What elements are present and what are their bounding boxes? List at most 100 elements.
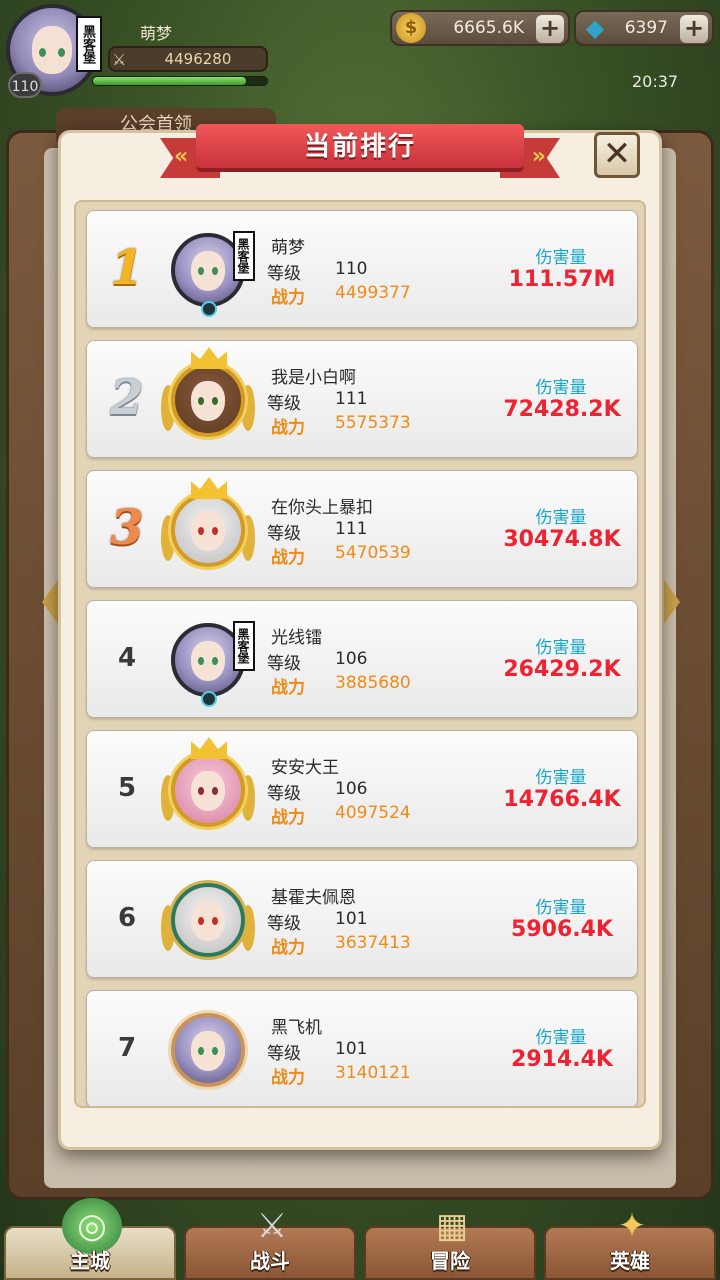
- gold-value: 6665.6K: [453, 18, 524, 38]
- player-power-bar: ⚔ 4496280: [108, 46, 268, 72]
- player-avatar: [161, 347, 255, 445]
- guild-badge-icon: [201, 301, 217, 317]
- bottom-nav: ◎ 主城 ⚔ 战斗 ▦ 冒险 ✦ 英雄: [0, 1196, 720, 1280]
- damage-value: 14766.4K: [503, 787, 621, 812]
- avatar-face: [191, 771, 225, 811]
- power-label: 战力: [271, 678, 305, 698]
- player-name: 基霍夫佩恩: [271, 888, 356, 908]
- player-power-value: 4496280: [164, 50, 232, 68]
- left-arrow-icon[interactable]: [42, 580, 58, 624]
- avatar-eye: [39, 48, 46, 57]
- avatar-tag: 黑客堡: [233, 231, 255, 281]
- level-value: 101: [335, 909, 368, 929]
- gem-value: 6397: [624, 18, 668, 38]
- ranking-row[interactable]: 5 安安大王 等级 106 战力 4097524 伤害量 14766.4K: [86, 730, 638, 848]
- level-value: 110: [335, 259, 368, 279]
- rank-number: 2: [110, 370, 144, 426]
- nav-label: 战斗: [250, 1249, 290, 1273]
- crossed-swords-icon: ⚔: [112, 50, 127, 69]
- avatar-eye: [212, 267, 218, 275]
- player-avatar: [161, 737, 255, 835]
- level-value: 106: [335, 649, 368, 669]
- power-label: 战力: [271, 808, 305, 828]
- damage-label: 伤害量: [535, 248, 587, 268]
- level-label: 等级: [267, 394, 301, 414]
- power-value: 5470539: [335, 543, 411, 563]
- avatar-eye: [198, 787, 204, 795]
- avatar-eye: [198, 267, 204, 275]
- avatar-eye: [198, 527, 204, 535]
- dialog-title-ribbon: « » 当前排行: [160, 120, 560, 182]
- ranking-row[interactable]: 3 在你头上暴扣 等级 111 战力 5470539 伤害量 30474.8K: [86, 470, 638, 588]
- nav-main-city[interactable]: ◎ 主城: [4, 1198, 176, 1280]
- player-level-badge: 110: [8, 72, 42, 98]
- nav-adventure[interactable]: ▦ 冒险: [364, 1206, 536, 1280]
- player-avatar: 黑客堡: [163, 225, 255, 317]
- level-label: 等级: [267, 524, 301, 544]
- avatar-eye: [198, 917, 204, 925]
- avatar-tag: 黑客堡: [233, 621, 255, 671]
- guild-badge-icon: [201, 691, 217, 707]
- avatar-face: [191, 901, 225, 941]
- power-value: 3885680: [335, 673, 411, 693]
- nav-label: 主城: [70, 1249, 110, 1273]
- power-value: 3637413: [335, 933, 411, 953]
- rank-number: 5: [117, 773, 137, 803]
- diamond-icon: ◆: [585, 14, 605, 42]
- avatar-face: [191, 641, 225, 681]
- ranking-row[interactable]: 1 黑客堡 萌梦 等级 110 战力 4499377 伤害量 111.57M: [86, 210, 638, 328]
- player-name: 光线镭: [271, 628, 322, 648]
- avatar-eye: [198, 1047, 204, 1055]
- avatar-face: [191, 1031, 225, 1071]
- avatar-face: [191, 511, 225, 551]
- player-avatar: [161, 477, 255, 575]
- player-name: 在你头上暴扣: [271, 498, 373, 518]
- ranking-row[interactable]: 6 基霍夫佩恩 等级 101 战力 3637413 伤害量 5906.4K: [86, 860, 638, 978]
- ranking-list[interactable]: 1 黑客堡 萌梦 等级 110 战力 4499377 伤害量 111.57M 2…: [74, 200, 646, 1108]
- player-name: 我是小白啊: [271, 368, 356, 388]
- crown-icon: [191, 477, 227, 499]
- level-value: 111: [335, 519, 368, 539]
- chevron-right-icon: »: [531, 144, 546, 169]
- level-label: 等级: [267, 784, 301, 804]
- ranking-row[interactable]: 7 黑飞机 等级 101 战力 3140121 伤害量 2914.4K: [86, 990, 638, 1106]
- avatar-eye: [212, 527, 218, 535]
- power-value: 4097524: [335, 803, 411, 823]
- damage-value: 72428.2K: [503, 397, 621, 422]
- avatar-eye: [212, 1047, 218, 1055]
- rank-number: 4: [117, 643, 137, 673]
- player-name: 萌梦: [140, 24, 173, 43]
- avatar-face: [191, 251, 225, 291]
- power-value: 5575373: [335, 413, 411, 433]
- close-button[interactable]: ✕: [594, 132, 640, 178]
- ranking-row[interactable]: 4 黑客堡 光线镭 等级 106 战力 3885680 伤害量 26429.2K: [86, 600, 638, 718]
- power-value: 3140121: [335, 1063, 411, 1083]
- rank-number: 1: [110, 240, 144, 296]
- damage-value: 2914.4K: [511, 1047, 613, 1072]
- right-arrow-icon[interactable]: [664, 580, 680, 624]
- player-name: 黑飞机: [271, 1018, 322, 1038]
- nav-label: 英雄: [610, 1249, 650, 1273]
- avatar-eye: [58, 48, 65, 57]
- player-name: 萌梦: [271, 238, 305, 258]
- crown-icon: [191, 737, 227, 759]
- player-name: 安安大王: [271, 758, 339, 778]
- add-gem-button[interactable]: +: [680, 15, 708, 43]
- player-avatar: [161, 875, 255, 965]
- gem-counter: ◆ 6397 +: [574, 10, 714, 46]
- ranking-row[interactable]: 2 我是小白啊 等级 111 战力 5575373 伤害量 72428.2K: [86, 340, 638, 458]
- avatar-eye: [212, 657, 218, 665]
- player-avatar: 黑客堡: [163, 615, 255, 707]
- damage-value: 26429.2K: [503, 657, 621, 682]
- nav-label: 冒险: [430, 1249, 470, 1273]
- avatar-eye: [198, 657, 204, 665]
- level-value: 106: [335, 779, 368, 799]
- add-gold-button[interactable]: +: [536, 15, 564, 43]
- dialog-title: 当前排行: [196, 124, 524, 172]
- nav-battle[interactable]: ⚔ 战斗: [184, 1206, 356, 1280]
- level-label: 等级: [267, 1044, 301, 1064]
- nav-hero[interactable]: ✦ 英雄: [544, 1206, 716, 1280]
- gold-coin-icon: $: [396, 13, 426, 43]
- avatar-face: [32, 26, 72, 74]
- avatar-eye: [198, 397, 204, 405]
